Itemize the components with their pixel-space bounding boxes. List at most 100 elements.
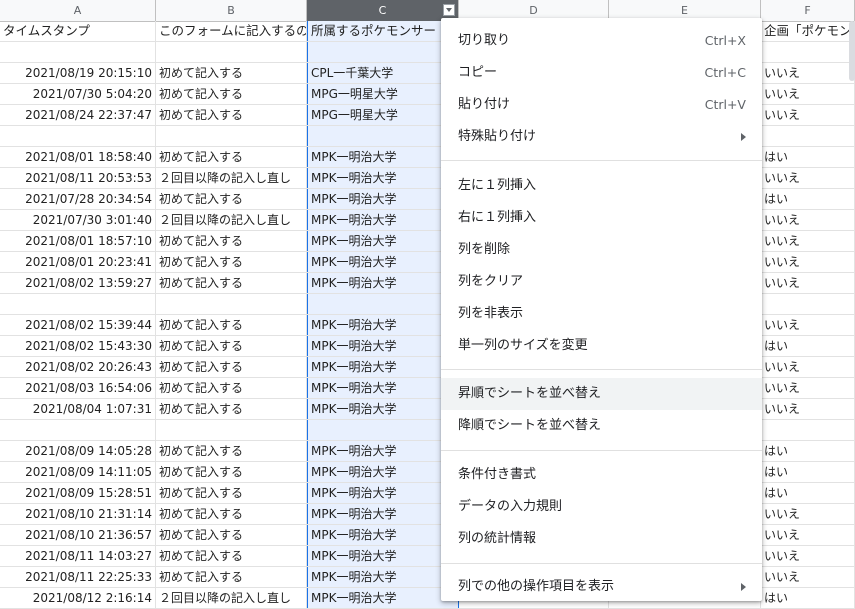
cell-f[interactable]: はい: [761, 336, 855, 356]
cell-a[interactable]: 2021/07/30 3:01:40: [0, 210, 156, 230]
cell-a[interactable]: 2021/08/11 14:03:27: [0, 546, 156, 566]
cell-a[interactable]: [0, 294, 156, 314]
column-header-c[interactable]: C: [307, 0, 459, 21]
cell-a[interactable]: 2021/08/09 15:28:51: [0, 483, 156, 503]
cell-f[interactable]: [761, 420, 855, 440]
cell-a[interactable]: 2021/08/12 2:16:14: [0, 588, 156, 608]
cell-c[interactable]: MPK一明治大学: [307, 462, 459, 482]
column-header-a[interactable]: A: [0, 0, 156, 21]
cell-f[interactable]: はい: [761, 441, 855, 461]
cell-c[interactable]: MPG一明星大学: [307, 105, 459, 125]
cell-a[interactable]: 2021/08/02 13:59:27: [0, 273, 156, 293]
cell-a[interactable]: 2021/08/03 16:54:06: [0, 378, 156, 398]
cell-b[interactable]: 初めて記入する: [156, 483, 307, 503]
cell-f[interactable]: はい: [761, 483, 855, 503]
column-header-f[interactable]: F: [761, 0, 855, 21]
cell-a[interactable]: 2021/08/09 14:11:05: [0, 462, 156, 482]
menu-item-insert-left[interactable]: 左に１列挿入: [441, 170, 762, 202]
menu-item-more-actions[interactable]: 列での他の操作項目を表示: [441, 571, 762, 603]
cell-c[interactable]: MPK一明治大学: [307, 357, 459, 377]
cell-a[interactable]: 2021/08/24 22:37:47: [0, 105, 156, 125]
cell-c[interactable]: MPK一明治大学: [307, 504, 459, 524]
cell-b-header[interactable]: このフォームに記入するの: [156, 21, 307, 41]
cell-b[interactable]: 初めて記入する: [156, 546, 307, 566]
cell-b[interactable]: 初めて記入する: [156, 273, 307, 293]
cell-f[interactable]: いいえ: [761, 399, 855, 419]
cell-a[interactable]: [0, 42, 156, 62]
cell-c[interactable]: MPK一明治大学: [307, 546, 459, 566]
menu-item-sort-ascending[interactable]: 昇順でシートを並べ替え: [441, 378, 762, 410]
cell-c[interactable]: CPL一千葉大学: [307, 63, 459, 83]
cell-f[interactable]: [761, 42, 855, 62]
cell-a[interactable]: 2021/08/01 18:57:10: [0, 231, 156, 251]
cell-b[interactable]: 初めて記入する: [156, 357, 307, 377]
cell-b[interactable]: 初めて記入する: [156, 441, 307, 461]
menu-item-sort-descending[interactable]: 降順でシートを並べ替え: [441, 410, 762, 442]
cell-b[interactable]: 初めて記入する: [156, 378, 307, 398]
cell-b[interactable]: ２回目以降の記入し直し: [156, 210, 307, 230]
menu-item-data-validation[interactable]: データの入力規則: [441, 491, 762, 523]
cell-f[interactable]: いいえ: [761, 525, 855, 545]
cell-f[interactable]: いいえ: [761, 63, 855, 83]
cell-c[interactable]: MPK一明治大学: [307, 441, 459, 461]
cell-f[interactable]: いいえ: [761, 315, 855, 335]
cell-f[interactable]: いいえ: [761, 567, 855, 587]
cell-f[interactable]: いいえ: [761, 546, 855, 566]
menu-item-delete-column[interactable]: 列を削除: [441, 234, 762, 266]
cell-a[interactable]: 2021/08/02 15:43:30: [0, 336, 156, 356]
cell-c[interactable]: MPK一明治大学: [307, 399, 459, 419]
menu-item-insert-right[interactable]: 右に１列挿入: [441, 202, 762, 234]
cell-f[interactable]: いいえ: [761, 84, 855, 104]
cell-a[interactable]: [0, 126, 156, 146]
cell-b[interactable]: [156, 294, 307, 314]
cell-c[interactable]: MPK一明治大学: [307, 210, 459, 230]
cell-c[interactable]: MPK一明治大学: [307, 483, 459, 503]
cell-c[interactable]: MPK一明治大学: [307, 567, 459, 587]
cell-b[interactable]: ２回目以降の記入し直し: [156, 588, 307, 608]
cell-a[interactable]: 2021/08/19 20:15:10: [0, 63, 156, 83]
menu-item-resize-column[interactable]: 単一列のサイズを変更: [441, 330, 762, 362]
menu-item-copy[interactable]: コピー Ctrl+C: [441, 57, 762, 89]
cell-a[interactable]: [0, 420, 156, 440]
menu-item-cut[interactable]: 切り取り Ctrl+X: [441, 25, 762, 57]
cell-b[interactable]: [156, 126, 307, 146]
cell-a[interactable]: 2021/07/30 5:04:20: [0, 84, 156, 104]
cell-b[interactable]: 初めて記入する: [156, 336, 307, 356]
cell-b[interactable]: 初めて記入する: [156, 315, 307, 335]
cell-f[interactable]: はい: [761, 588, 855, 608]
cell-a[interactable]: 2021/08/04 1:07:31: [0, 399, 156, 419]
cell-c[interactable]: MPK一明治大学: [307, 189, 459, 209]
cell-f[interactable]: いいえ: [761, 210, 855, 230]
column-header-b[interactable]: B: [156, 0, 307, 21]
cell-f[interactable]: はい: [761, 462, 855, 482]
cell-f[interactable]: いいえ: [761, 273, 855, 293]
cell-f[interactable]: いいえ: [761, 378, 855, 398]
menu-item-column-stats[interactable]: 列の統計情報: [441, 523, 762, 555]
menu-item-conditional-format[interactable]: 条件付き書式: [441, 459, 762, 491]
cell-f[interactable]: いいえ: [761, 357, 855, 377]
cell-c[interactable]: [307, 420, 459, 440]
cell-c[interactable]: [307, 126, 459, 146]
cell-f[interactable]: いいえ: [761, 504, 855, 524]
cell-c[interactable]: MPK一明治大学: [307, 378, 459, 398]
cell-a[interactable]: 2021/08/01 20:23:41: [0, 252, 156, 272]
cell-a[interactable]: 2021/08/02 20:26:43: [0, 357, 156, 377]
cell-c[interactable]: MPK一明治大学: [307, 336, 459, 356]
menu-item-hide-column[interactable]: 列を非表示: [441, 298, 762, 330]
cell-c[interactable]: MPK一明治大学: [307, 588, 459, 608]
cell-a[interactable]: 2021/07/28 20:34:54: [0, 189, 156, 209]
cell-c[interactable]: MPK一明治大学: [307, 315, 459, 335]
cell-b[interactable]: 初めて記入する: [156, 147, 307, 167]
cell-b[interactable]: 初めて記入する: [156, 567, 307, 587]
cell-f[interactable]: はい: [761, 189, 855, 209]
cell-c[interactable]: [307, 42, 459, 62]
cell-b[interactable]: 初めて記入する: [156, 105, 307, 125]
cell-b[interactable]: [156, 420, 307, 440]
cell-c[interactable]: MPK一明治大学: [307, 168, 459, 188]
cell-c-header[interactable]: 所属するポケモンサー: [307, 21, 459, 41]
cell-c[interactable]: MPG一明星大学: [307, 84, 459, 104]
cell-a[interactable]: 2021/08/11 20:53:53: [0, 168, 156, 188]
cell-c[interactable]: MPK一明治大学: [307, 525, 459, 545]
menu-item-paste[interactable]: 貼り付け Ctrl+V: [441, 89, 762, 121]
cell-c[interactable]: MPK一明治大学: [307, 231, 459, 251]
